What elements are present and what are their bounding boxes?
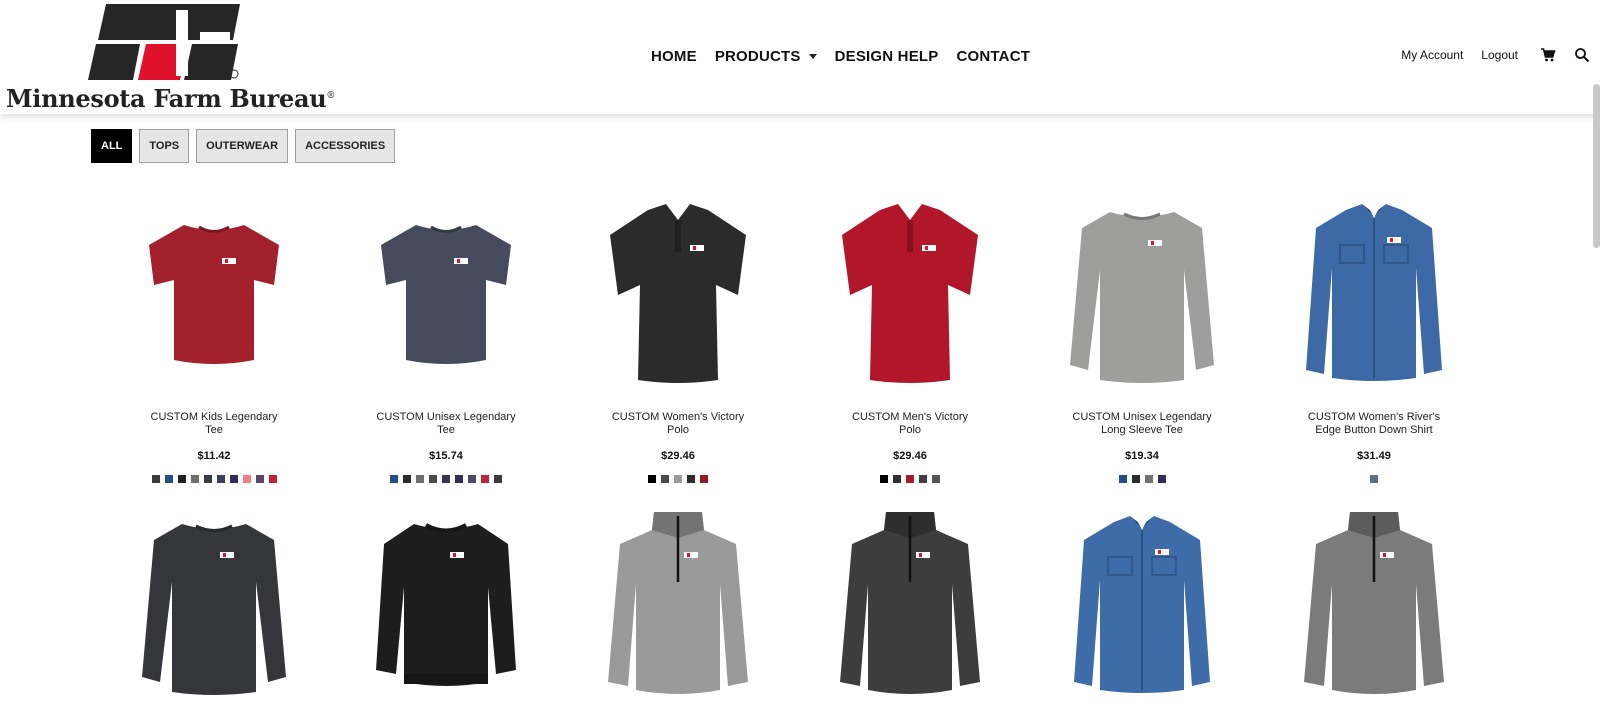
color-swatch[interactable] [1144,475,1153,483]
color-swatch[interactable] [190,475,199,483]
product-image[interactable] [346,190,546,390]
color-swatch[interactable] [442,475,450,483]
search-icon[interactable] [1574,47,1590,63]
color-swatch[interactable] [674,475,682,483]
product-price: $31.49 [1357,450,1391,462]
product-price: $29.46 [661,450,695,462]
page-scrollbar[interactable] [1593,84,1600,248]
product-price: $19.34 [1125,450,1159,462]
product-card[interactable]: CUSTOM Unisex Legendary Tee $15.74 [346,190,546,483]
product-image[interactable] [578,190,778,390]
category-filters: ALL TOPS OUTERWEAR ACCESSORIES [91,129,402,163]
color-swatches [114,475,314,483]
color-swatch[interactable] [1370,475,1378,483]
color-swatches [346,475,546,483]
color-swatch[interactable] [648,475,656,483]
color-swatch[interactable] [468,475,476,483]
color-swatch[interactable] [164,475,173,483]
product-name[interactable]: CUSTOM Kids Legendary Tee [114,411,314,437]
filter-all[interactable]: ALL [91,129,133,163]
product-card[interactable] [346,502,546,702]
color-swatch[interactable] [919,475,927,483]
site-header: Minnesota Farm Bureau® HOME PRODUCTS DES… [0,0,1600,114]
color-swatch[interactable] [242,475,251,483]
color-swatch[interactable] [893,475,901,483]
product-card[interactable] [810,502,1010,702]
nav-home[interactable]: HOME [651,48,697,65]
product-card[interactable]: CUSTOM Men's Victory Polo $29.46 [810,190,1010,483]
color-swatch[interactable] [229,475,238,483]
color-swatch[interactable] [203,475,212,483]
main-nav: HOME PRODUCTS DESIGN HELP CONTACT [651,48,1048,65]
utility-nav: My Account Logout [1401,47,1590,63]
color-swatch[interactable] [455,475,463,483]
color-swatch[interactable] [1157,475,1166,483]
brand-name: Minnesota Farm Bureau® [6,84,336,113]
color-swatch[interactable] [216,475,225,483]
product-name[interactable]: CUSTOM Men's Victory Polo [810,411,1010,437]
product-card[interactable]: CUSTOM Women's River's Edge Button Down … [1274,190,1474,483]
color-swatch[interactable] [494,475,502,483]
color-swatches [810,475,1010,483]
caret-down-icon [808,54,817,59]
color-swatch[interactable] [687,475,695,483]
product-image[interactable] [1274,502,1474,702]
product-card[interactable] [114,502,314,702]
filter-outerwear[interactable]: OUTERWEAR [196,129,289,163]
color-swatch[interactable] [429,475,437,483]
logout-link[interactable]: Logout [1481,48,1518,62]
nav-design-help[interactable]: DESIGN HELP [835,48,939,65]
color-swatch[interactable] [416,475,424,483]
product-price: $29.46 [893,450,927,462]
color-swatch[interactable] [700,475,708,483]
cart-icon[interactable] [1540,47,1556,63]
product-card[interactable]: CUSTOM Kids Legendary Tee $11.42 [114,190,314,483]
nav-products[interactable]: PRODUCTS [715,48,817,65]
nav-contact[interactable]: CONTACT [956,48,1030,65]
color-swatches [578,475,778,483]
product-card[interactable]: CUSTOM Women's Victory Polo $29.46 [578,190,778,483]
color-swatches [1274,475,1474,483]
product-name[interactable]: CUSTOM Women's River's Edge Button Down … [1274,411,1474,437]
product-image[interactable] [346,502,546,702]
product-card[interactable]: CUSTOM Unisex Legendary Long Sleeve Tee $… [1042,190,1242,483]
my-account-link[interactable]: My Account [1401,48,1463,62]
color-swatch[interactable] [151,475,160,483]
color-swatch[interactable] [268,475,277,483]
product-image[interactable] [810,190,1010,390]
filter-accessories[interactable]: ACCESSORIES [295,129,396,163]
farm-bureau-mark [88,4,240,80]
product-name[interactable]: CUSTOM Unisex Legendary Long Sleeve Tee [1042,411,1242,437]
product-price: $15.74 [429,450,463,462]
color-swatch[interactable] [403,475,411,483]
color-swatch[interactable] [177,475,186,483]
product-price: $11.42 [197,450,231,462]
product-name[interactable]: CUSTOM Unisex Legendary Tee [346,411,546,437]
product-image[interactable] [1042,190,1242,390]
product-image[interactable] [1042,502,1242,702]
filter-tops[interactable]: TOPS [139,129,190,163]
color-swatch[interactable] [390,475,398,483]
color-swatch[interactable] [481,475,489,483]
color-swatch[interactable] [932,475,940,483]
product-card[interactable] [1274,502,1474,702]
color-swatch[interactable] [661,475,669,483]
product-image[interactable] [114,190,314,390]
color-swatch[interactable] [1131,475,1140,483]
color-swatch[interactable] [906,475,914,483]
color-swatches [1042,475,1242,483]
product-name[interactable]: CUSTOM Women's Victory Polo [578,411,778,437]
product-card[interactable] [578,502,778,702]
product-card[interactable] [1042,502,1242,702]
brand-logo[interactable]: Minnesota Farm Bureau® [6,4,335,113]
color-swatch[interactable] [880,475,888,483]
product-image[interactable] [578,502,778,702]
color-swatch[interactable] [1118,475,1127,483]
color-swatch[interactable] [255,475,264,483]
product-image[interactable] [810,502,1010,702]
product-image[interactable] [114,502,314,702]
product-image[interactable] [1274,190,1474,390]
